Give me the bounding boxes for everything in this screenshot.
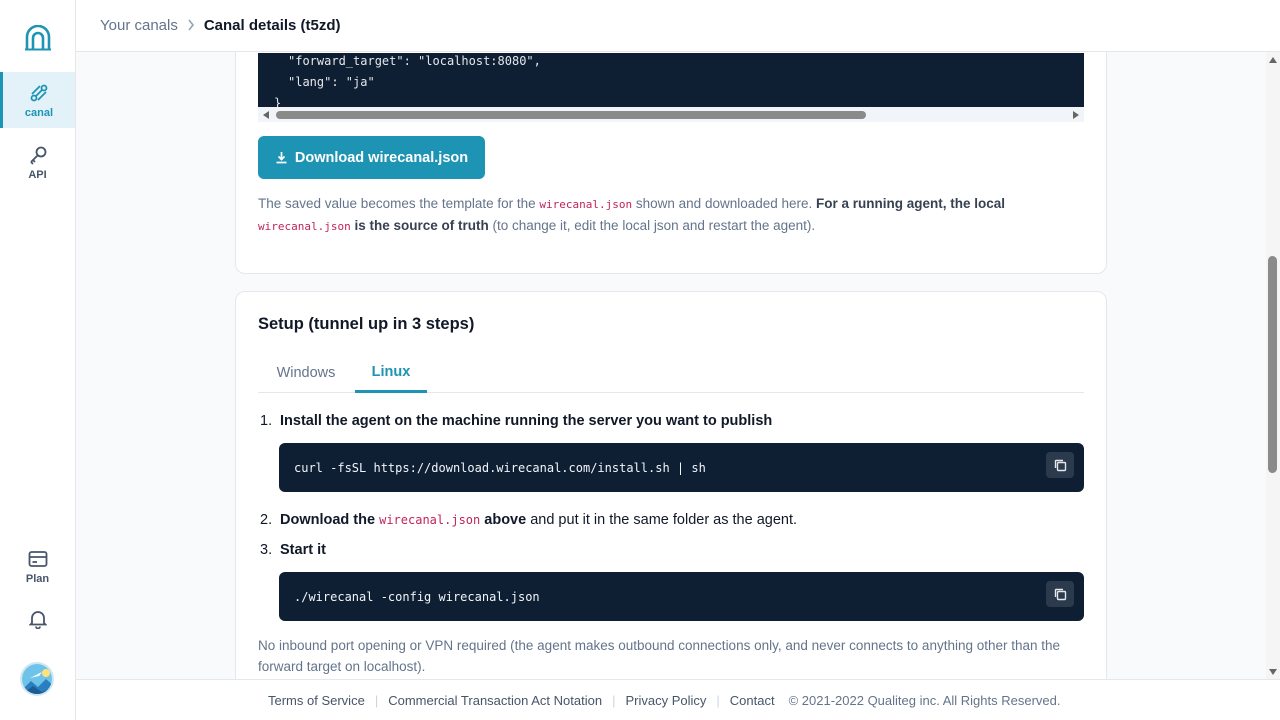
footer-divider: | xyxy=(374,692,379,708)
install-command-block: curl -fsSL https://download.wirecanal.co… xyxy=(279,443,1084,492)
header: Your canals Canal details (t5zd) xyxy=(76,0,1280,52)
privacy-link[interactable]: Privacy Policy xyxy=(625,693,706,708)
app-logo-icon[interactable] xyxy=(24,24,52,51)
footer: Terms of Service | Commercial Transactio… xyxy=(76,679,1280,720)
download-icon xyxy=(275,151,288,164)
inline-code: wirecanal.json xyxy=(258,220,351,233)
json-line: "lang": "ja" xyxy=(288,75,375,89)
scroll-up-icon[interactable] xyxy=(1269,57,1277,63)
sidebar-item-label: Plan xyxy=(25,572,50,585)
vertical-scrollbar[interactable] xyxy=(1266,52,1280,679)
footer-divider: | xyxy=(716,692,720,708)
scroll-left-icon[interactable] xyxy=(263,111,269,119)
step-3: 3. Start it xyxy=(260,542,326,558)
card-icon xyxy=(27,548,49,570)
download-button-label: Download wirecanal.json xyxy=(294,149,469,166)
step-2: 2. Download the wirecanal.json above and … xyxy=(260,512,797,528)
inline-code: wirecanal.json xyxy=(539,198,633,211)
scroll-thumb[interactable] xyxy=(276,111,866,119)
inline-code: wirecanal.json xyxy=(379,513,481,527)
sidebar-item-label: canal xyxy=(24,106,54,119)
step-text: Download the xyxy=(280,512,380,528)
setup-card: Setup (tunnel up in 3 steps) Windows Lin… xyxy=(235,291,1107,679)
page-title: Canal details (t5zd) xyxy=(203,17,341,34)
start-command-block: ./wirecanal -config wirecanal.json xyxy=(279,572,1084,621)
note-bold: For a running agent, the local xyxy=(816,196,1006,211)
avatar[interactable] xyxy=(20,662,54,696)
setup-footnote: No inbound port opening or VPN required … xyxy=(258,638,1061,674)
json-line: "forward_target": "localhost:8080", xyxy=(288,54,541,68)
json-code-block: "forward_target": "localhost:8080", "lan… xyxy=(258,53,1084,110)
copy-icon[interactable] xyxy=(1046,452,1074,478)
footer-divider: | xyxy=(612,692,616,708)
sidebar-item-label: API xyxy=(28,168,47,181)
step-text: Start it xyxy=(280,542,326,558)
copyright-text: © 2021-2022 Qualiteg inc. All Rights Res… xyxy=(788,692,1061,708)
sidebar-item-plan[interactable]: Plan xyxy=(0,538,75,594)
scroll-right-icon[interactable] xyxy=(1073,111,1079,119)
main-content: "forward_target": "localhost:8080", "lan… xyxy=(76,52,1266,679)
template-note: The saved value becomes the template for… xyxy=(258,193,1078,237)
note-text: The saved value becomes the template for… xyxy=(258,196,540,211)
note-text: (to change it, edit the local json and r… xyxy=(488,218,816,233)
contact-link[interactable]: Contact xyxy=(730,693,775,708)
breadcrumb-your-canals[interactable]: Your canals xyxy=(100,17,178,34)
sidebar-item-api[interactable]: API xyxy=(0,134,75,190)
step-number: 3. xyxy=(260,542,273,558)
scroll-thumb[interactable] xyxy=(1268,256,1277,473)
note-bold: is the source of truth xyxy=(350,218,489,233)
sidebar-item-canal[interactable]: canal xyxy=(0,72,75,128)
command-text: curl -fsSL https://download.wirecanal.co… xyxy=(294,460,706,475)
note-text: shown and downloaded here. xyxy=(632,196,817,211)
horizontal-scrollbar[interactable] xyxy=(258,107,1084,122)
os-tabs: Windows Linux xyxy=(258,353,1084,393)
command-text: ./wirecanal -config wirecanal.json xyxy=(294,589,540,604)
bell-icon[interactable] xyxy=(26,607,50,631)
commercial-transaction-link[interactable]: Commercial Transaction Act Notation xyxy=(388,693,602,708)
step-number: 2. xyxy=(260,512,273,528)
chevron-right-icon xyxy=(187,18,195,34)
tab-windows[interactable]: Windows xyxy=(258,353,354,393)
download-json-button[interactable]: Download wirecanal.json xyxy=(258,136,485,179)
setup-title: Setup (tunnel up in 3 steps) xyxy=(258,315,475,333)
step-1: 1. Install the agent on the machine runni… xyxy=(260,413,772,429)
sidebar: canal API Plan xyxy=(0,0,76,720)
copy-icon[interactable] xyxy=(1046,581,1074,607)
tab-linux[interactable]: Linux xyxy=(355,353,427,393)
config-card: "forward_target": "localhost:8080", "lan… xyxy=(235,52,1107,274)
step-text: Install the agent on the machine running… xyxy=(280,413,773,429)
canal-icon xyxy=(28,82,50,104)
step-number: 1. xyxy=(260,413,273,429)
scroll-down-icon[interactable] xyxy=(1269,669,1277,675)
key-icon xyxy=(27,144,49,166)
terms-link[interactable]: Terms of Service xyxy=(268,693,365,708)
step-text: above xyxy=(480,512,527,528)
step-text: and put it in the same folder as the age… xyxy=(526,512,798,528)
